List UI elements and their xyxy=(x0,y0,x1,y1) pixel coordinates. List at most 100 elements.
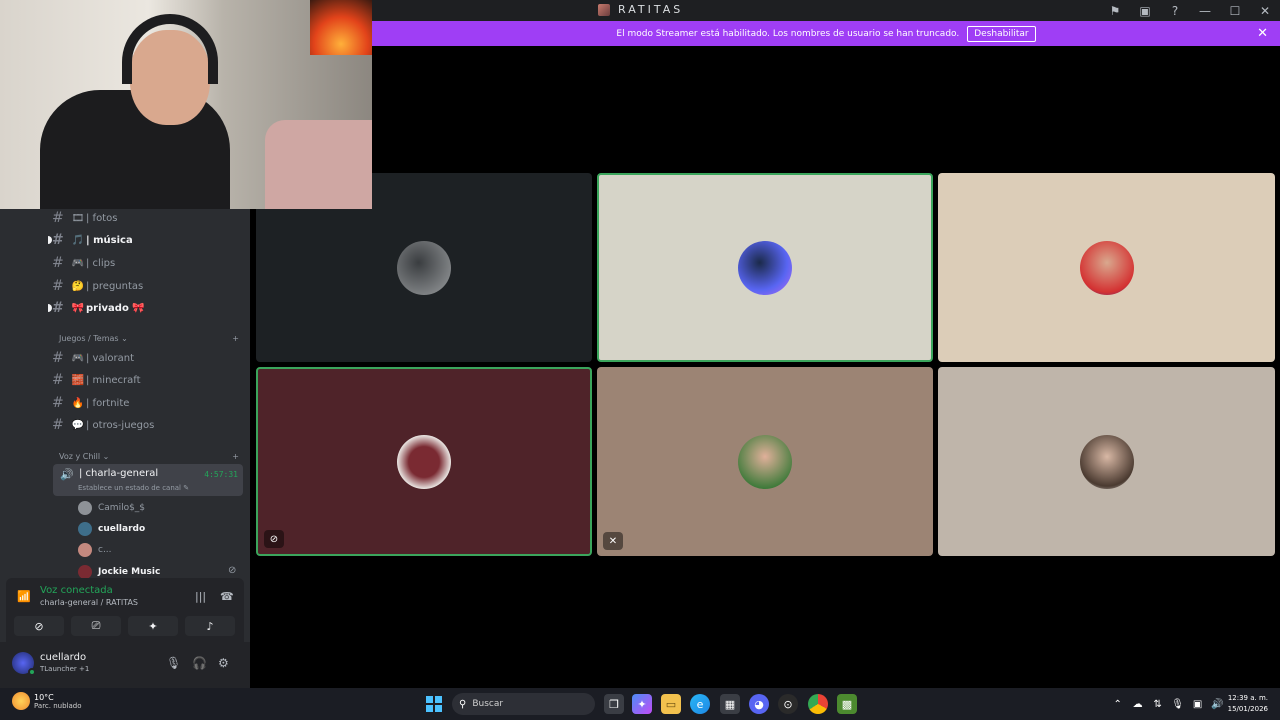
video-tile[interactable] xyxy=(938,173,1275,362)
channel-valorant[interactable]: # 🎮 | valorant xyxy=(52,348,242,368)
discord-icon[interactable]: ◕ xyxy=(749,694,769,714)
hash-icon: # xyxy=(52,372,64,388)
channel-emoji: 💬 xyxy=(71,419,85,431)
speaker-icon: 🔊 xyxy=(60,468,74,481)
channel-emoji: 🤔 xyxy=(71,280,85,292)
channel-preguntas[interactable]: # 🤔 | preguntas xyxy=(52,276,242,296)
voice-user[interactable]: Camilo$_$ xyxy=(78,499,145,517)
screen-share-button[interactable]: ⎚ xyxy=(71,616,121,636)
hash-icon: # xyxy=(52,300,64,316)
activities-button[interactable]: ✦ xyxy=(128,616,178,636)
banner-close-icon[interactable]: ✕ xyxy=(1257,26,1268,41)
voice-user-name: cuellardo xyxy=(98,524,146,534)
soundboard-icon: ♪ xyxy=(206,619,214,633)
video-tile[interactable]: ✕ xyxy=(597,367,933,556)
minimize-icon[interactable]: — xyxy=(1190,0,1220,21)
channel-label: | música xyxy=(86,234,133,246)
voice-user[interactable]: c... xyxy=(78,541,112,559)
activities-icon: ✦ xyxy=(148,619,158,633)
maximize-icon[interactable]: ☐ xyxy=(1220,0,1250,21)
onedrive-icon[interactable]: ☁ xyxy=(1128,699,1148,710)
signal-icon: 📶 xyxy=(17,590,31,603)
settings-gear-icon[interactable]: ⚙ xyxy=(218,656,229,670)
microphone-tray-icon[interactable]: 🎙 xyxy=(1168,699,1188,710)
server-icon xyxy=(598,3,610,16)
system-clock[interactable]: 12:39 a. m. 15/01/2026 xyxy=(1228,693,1280,715)
participant-avatar xyxy=(1079,434,1134,489)
windows-start-icon[interactable] xyxy=(426,696,442,712)
screen-icon[interactable]: ▣ xyxy=(1130,0,1160,21)
disable-streamer-button[interactable]: Deshabilitar xyxy=(967,25,1036,42)
chevron-up-icon[interactable]: ⌃ xyxy=(1108,699,1128,710)
username[interactable]: cuellardo xyxy=(40,652,86,663)
weather-widget[interactable]: 10°C Parc. nublado xyxy=(12,692,82,710)
disconnect-icon[interactable]: ☎ xyxy=(220,590,234,603)
channel-label: | fortnite xyxy=(86,397,130,409)
task-view-icon[interactable]: ❐ xyxy=(604,694,624,714)
channel-fotos[interactable]: # 🎞 | fotos xyxy=(52,208,242,228)
close-icon[interactable]: ✕ xyxy=(1250,0,1280,21)
channel-privado[interactable]: # 🎀 privado 🎀 xyxy=(52,298,242,318)
steam-icon[interactable]: ⊙ xyxy=(778,694,798,714)
channel-emoji: 🎞 xyxy=(71,212,85,224)
minecraft-icon[interactable]: ▩ xyxy=(837,694,857,714)
add-channel-icon[interactable]: + xyxy=(232,334,239,343)
video-tile-speaking[interactable] xyxy=(597,173,933,362)
hash-icon: # xyxy=(52,255,64,271)
channel-emoji: 🎵 xyxy=(71,234,85,246)
category-voz[interactable]: Voz y Chill ⌄ + xyxy=(59,452,239,461)
user-panel: cuellardo TLauncher +1 🎙 🎧 ⚙ xyxy=(0,642,250,688)
noise-suppression-icon[interactable]: ||| xyxy=(195,590,206,603)
soundboard-button[interactable]: ♪ xyxy=(185,616,235,636)
channel-minecraft[interactable]: # 🧱 | minecraft xyxy=(52,370,242,390)
microphone-icon[interactable]: 🎙 xyxy=(166,656,181,670)
channel-emoji: 🎮 xyxy=(71,352,85,364)
chevron-down-icon: ⌄ xyxy=(121,334,128,343)
volume-icon[interactable]: 🔊 xyxy=(1208,699,1228,710)
server-name: RATITAS xyxy=(618,3,684,16)
video-tile[interactable] xyxy=(938,367,1275,556)
hash-icon: # xyxy=(52,232,64,248)
file-explorer-icon[interactable]: ▭ xyxy=(661,694,681,714)
user-activity: TLauncher +1 xyxy=(40,665,90,673)
participant-avatar xyxy=(1079,240,1134,295)
participant-avatar xyxy=(738,434,792,489)
channel-label: | preguntas xyxy=(86,280,144,292)
channel-musica[interactable]: # 🎵 | música xyxy=(52,230,242,250)
mic-muted-icon: ✕ xyxy=(603,532,623,550)
store-icon[interactable]: ▦ xyxy=(720,694,740,714)
voice-channel-timer: 4:57:31 xyxy=(204,470,238,479)
camera-button[interactable]: ⊘ xyxy=(14,616,64,636)
display-icon[interactable]: ▣ xyxy=(1188,699,1208,710)
add-channel-icon[interactable]: + xyxy=(232,452,239,461)
channel-emoji: 🔥 xyxy=(71,397,85,409)
chrome-icon[interactable] xyxy=(808,694,828,714)
channel-fortnite[interactable]: # 🔥 | fortnite xyxy=(52,393,242,413)
hash-icon: # xyxy=(52,395,64,411)
channel-label: | valorant xyxy=(86,352,134,364)
participant-avatar xyxy=(738,240,792,295)
voice-connected-channel[interactable]: charla-general / RATITAS xyxy=(40,598,138,607)
copilot-icon[interactable]: ✦ xyxy=(632,694,652,714)
category-juegos[interactable]: Juegos / Temas ⌄ + xyxy=(59,334,239,343)
voice-channel-status[interactable]: Establece un estado de canal ✎ xyxy=(78,484,189,492)
participant-avatar xyxy=(397,434,451,489)
channel-clips[interactable]: # 🎮 | clips xyxy=(52,253,242,273)
clock-time: 12:39 a. m. xyxy=(1227,694,1268,702)
screen-share-icon: ⎚ xyxy=(91,619,101,632)
voice-user[interactable]: cuellardo xyxy=(78,520,145,538)
taskbar-search[interactable]: ⚲ Buscar xyxy=(452,693,595,715)
video-tile-speaking[interactable]: ⊘ xyxy=(256,367,592,556)
headphones-icon[interactable]: 🎧 xyxy=(192,656,207,670)
channel-label: | otros-juegos xyxy=(86,419,155,431)
avatar xyxy=(78,522,92,536)
inbox-icon[interactable]: ⚑ xyxy=(1100,0,1130,21)
edge-icon[interactable]: e xyxy=(690,694,710,714)
voice-connected-label[interactable]: Voz conectada xyxy=(40,585,113,596)
avatar xyxy=(78,565,92,579)
network-icon[interactable]: ⇅ xyxy=(1148,699,1168,710)
voice-channel-charla-general[interactable]: 🔊 | charla-general Establece un estado d… xyxy=(53,464,243,496)
help-icon[interactable]: ? xyxy=(1160,0,1190,21)
channel-otros-juegos[interactable]: # 💬 | otros-juegos xyxy=(52,415,242,435)
search-icon: ⚲ xyxy=(459,698,467,710)
